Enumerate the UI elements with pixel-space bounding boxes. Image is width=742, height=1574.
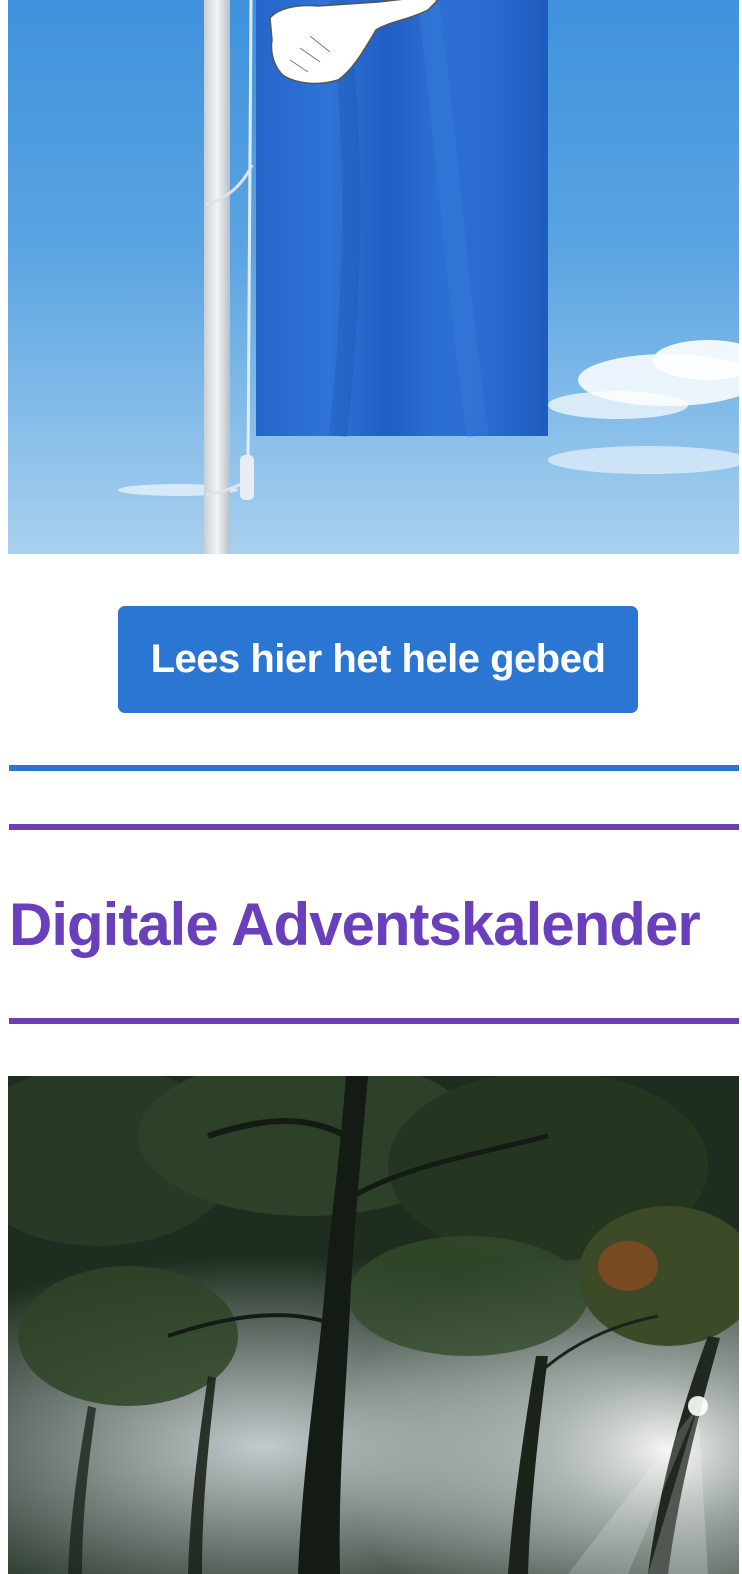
- forest-illustration: [8, 1076, 739, 1574]
- page: Lees hier het hele gebed Digitale Advent…: [0, 0, 742, 1574]
- flag-banner-image: [8, 0, 739, 554]
- flag-illustration: [118, 0, 739, 554]
- purple-divider-top: [9, 824, 739, 830]
- blue-divider: [9, 765, 739, 771]
- forest-image[interactable]: [8, 1076, 739, 1574]
- purple-divider-bottom: [9, 1018, 739, 1024]
- read-prayer-button[interactable]: Lees hier het hele gebed: [118, 606, 638, 713]
- cta-container: Lees hier het hele gebed: [0, 606, 742, 713]
- advent-calendar-heading: Digitale Adventskalender: [9, 891, 701, 958]
